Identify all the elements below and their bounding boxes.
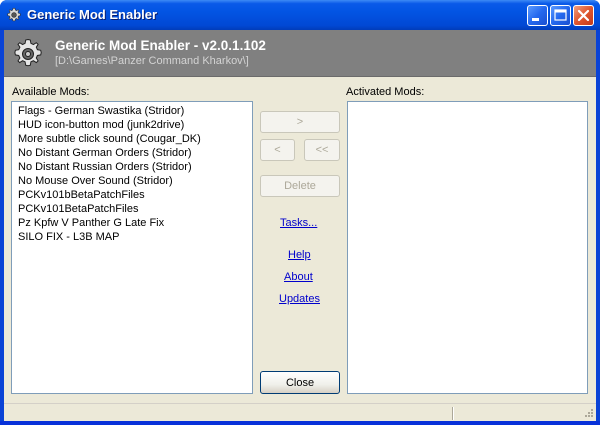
- tasks-link[interactable]: Tasks...: [280, 217, 317, 229]
- close-icon: [577, 9, 590, 22]
- about-link[interactable]: About: [284, 271, 313, 283]
- window-frame-bottom: [0, 421, 600, 425]
- game-path: [D:\Games\Panzer Command Kharkov\]: [55, 55, 249, 67]
- maximize-button[interactable]: [550, 5, 571, 26]
- minimize-icon: [532, 18, 539, 21]
- activated-mods-list[interactable]: [347, 101, 588, 394]
- gear-icon: [7, 7, 21, 22]
- available-mods-items: Flags - German Swastika (Stridor) HUD ico…: [12, 102, 252, 244]
- resize-grip-icon[interactable]: [582, 408, 594, 420]
- app-header: Generic Mod Enabler - v2.0.1.102 [D:\Gam…: [4, 30, 596, 77]
- updates-link[interactable]: Updates: [279, 293, 320, 305]
- status-separator: [452, 407, 454, 420]
- deactivate-all-button[interactable]: <<: [304, 139, 340, 161]
- close-window-button[interactable]: [573, 5, 594, 26]
- list-item[interactable]: HUD icon-button mod (junk2drive): [12, 118, 252, 132]
- list-item[interactable]: SILO FIX - L3B MAP: [12, 230, 252, 244]
- app-window: Generic Mod Enabler Generic Mod Enabler …: [0, 0, 600, 425]
- app-title: Generic Mod Enabler - v2.0.1.102: [55, 38, 266, 53]
- list-item[interactable]: No Mouse Over Sound (Stridor): [12, 174, 252, 188]
- activate-button[interactable]: >: [260, 111, 340, 133]
- help-link[interactable]: Help: [288, 249, 311, 261]
- close-button[interactable]: Close: [260, 371, 340, 394]
- list-item[interactable]: Flags - German Swastika (Stridor): [12, 104, 252, 118]
- deactivate-button[interactable]: <: [260, 139, 295, 161]
- minimize-button[interactable]: [527, 5, 548, 26]
- list-item[interactable]: More subtle click sound (Cougar_DK): [12, 132, 252, 146]
- delete-button[interactable]: Delete: [260, 175, 340, 197]
- list-item[interactable]: No Distant German Orders (Stridor): [12, 146, 252, 160]
- list-item[interactable]: PCKv101BetaPatchFiles: [12, 202, 252, 216]
- dialog-client-area: Generic Mod Enabler - v2.0.1.102 [D:\Gam…: [4, 30, 596, 422]
- window-title: Generic Mod Enabler: [27, 7, 158, 22]
- list-item[interactable]: Pz Kpfw V Panther G Late Fix: [12, 216, 252, 230]
- status-bar: [4, 403, 596, 422]
- gear-icon: [14, 38, 42, 67]
- maximize-icon: [554, 9, 567, 21]
- activated-mods-label: Activated Mods:: [346, 86, 425, 98]
- available-mods-label: Available Mods:: [12, 86, 90, 98]
- activated-mods-items: [348, 102, 587, 104]
- available-mods-list[interactable]: Flags - German Swastika (Stridor) HUD ico…: [11, 101, 253, 394]
- list-item[interactable]: No Distant Russian Orders (Stridor): [12, 160, 252, 174]
- list-item[interactable]: PCKv101bBetaPatchFiles: [12, 188, 252, 202]
- title-bar[interactable]: Generic Mod Enabler: [0, 0, 600, 30]
